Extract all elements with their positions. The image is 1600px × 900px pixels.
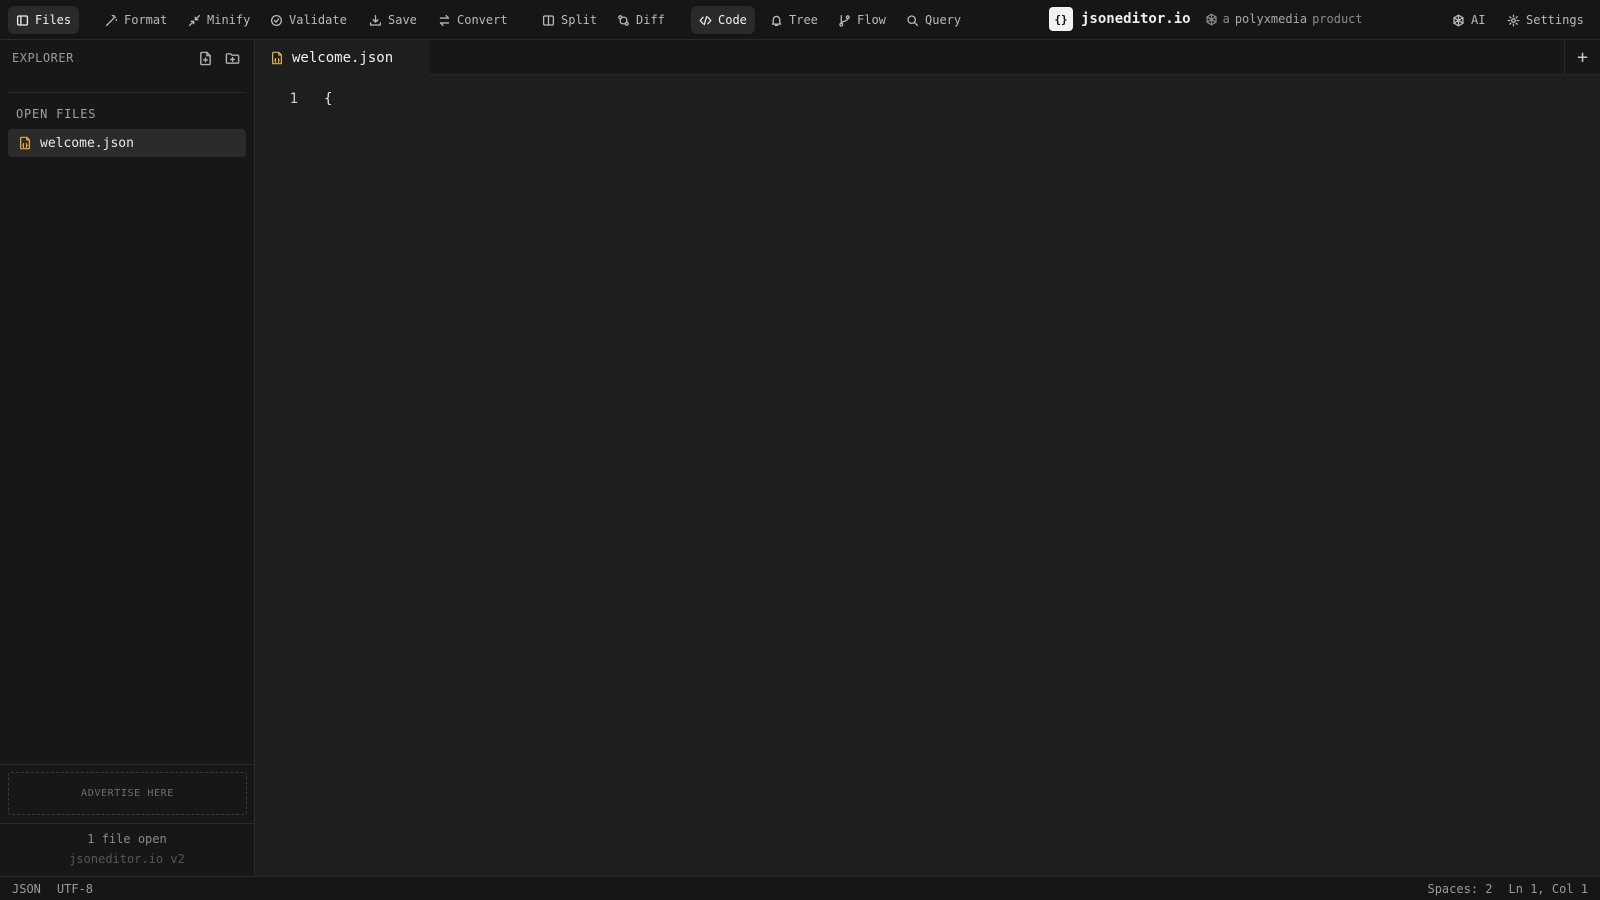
polyxmedia-logo-icon xyxy=(1206,13,1217,25)
flow-view-button[interactable]: Flow xyxy=(830,6,894,34)
convert-button[interactable]: Convert xyxy=(430,6,516,34)
status-language[interactable]: JSON xyxy=(12,882,41,896)
minify-button-label: Minify xyxy=(207,13,251,27)
app-version: jsoneditor.io v2 xyxy=(69,852,185,866)
sidebar-footer-divider xyxy=(0,764,254,765)
status-cursor-position[interactable]: Ln 1, Col 1 xyxy=(1509,882,1588,896)
files-button-label: Files xyxy=(35,13,72,27)
validate-button[interactable]: Validate xyxy=(262,6,355,34)
sidebar-footer: 1 file open jsoneditor.io v2 xyxy=(0,832,254,866)
minify-button[interactable]: Minify xyxy=(180,6,258,34)
editor-tab[interactable]: welcome.json xyxy=(256,40,430,75)
advertise-text: ADVERTISE HERE xyxy=(81,788,174,799)
explorer-sidebar: EXPLORER OPEN FILES welcome.json ADVERTI… xyxy=(0,40,255,876)
ai-button-label: AI xyxy=(1471,13,1486,27)
line-content: { xyxy=(324,91,333,107)
sidebar-panel-icon xyxy=(16,14,29,26)
split-button-label: Split xyxy=(561,13,598,27)
code-line: 1 { xyxy=(256,91,333,107)
format-button[interactable]: Format xyxy=(97,6,175,34)
save-button-label: Save xyxy=(388,13,417,27)
tree-view-button[interactable]: Tree xyxy=(762,6,826,34)
json-file-icon xyxy=(270,51,284,65)
split-view-icon xyxy=(542,14,555,26)
settings-button-label: Settings xyxy=(1526,13,1584,27)
explorer-header: EXPLORER xyxy=(0,40,254,76)
file-count: 1 file open xyxy=(87,832,167,846)
brand-subtitle: a polyxmedia product xyxy=(1205,12,1363,26)
advertise-box[interactable]: ADVERTISE HERE xyxy=(8,772,247,815)
files-button[interactable]: Files xyxy=(8,6,80,34)
format-button-label: Format xyxy=(124,13,168,27)
status-bar: JSON UTF-8 Spaces: 2 Ln 1, Col 1 xyxy=(0,876,1600,900)
bell-icon xyxy=(771,15,782,26)
magic-wand-icon xyxy=(105,14,118,26)
diff-button-label: Diff xyxy=(636,13,665,27)
diff-button[interactable]: Diff xyxy=(609,6,673,34)
query-button[interactable]: Query xyxy=(898,6,969,34)
brand-sub-company: polyxmedia xyxy=(1234,12,1308,26)
check-circle-icon xyxy=(270,14,283,26)
brand[interactable]: {} jsoneditor.io a polyxmedia product xyxy=(1049,7,1363,31)
query-button-label: Query xyxy=(925,13,962,27)
ai-hexagon-icon xyxy=(1453,14,1464,26)
swap-arrows-icon xyxy=(439,14,450,26)
code-icon xyxy=(699,15,712,25)
gear-icon xyxy=(1507,14,1520,26)
new-tab-button[interactable]: + xyxy=(1564,40,1600,75)
editor-tab-bar: welcome.json + xyxy=(256,40,1600,75)
download-icon xyxy=(369,14,382,26)
editor-tab-label: welcome.json xyxy=(292,49,394,66)
code-view-button[interactable]: Code xyxy=(691,6,755,34)
top-toolbar: Files Format Minify Validate Save Conver… xyxy=(0,0,1600,40)
brand-sub-prefix: a xyxy=(1222,12,1230,26)
code-editor[interactable]: 1 { xyxy=(256,76,1600,876)
status-indentation[interactable]: Spaces: 2 xyxy=(1427,882,1492,896)
brand-sub-suffix: product xyxy=(1312,12,1363,26)
search-icon xyxy=(907,14,919,26)
json-file-icon xyxy=(18,136,32,150)
brand-logo: {} xyxy=(1049,7,1073,31)
save-button[interactable]: Save xyxy=(361,6,425,34)
minimize-arrows-icon xyxy=(188,14,201,26)
tree-view-button-label: Tree xyxy=(789,13,818,27)
new-file-icon[interactable] xyxy=(198,51,213,66)
status-encoding[interactable]: UTF-8 xyxy=(57,882,93,896)
new-folder-icon[interactable] xyxy=(225,51,240,66)
explorer-title: EXPLORER xyxy=(12,51,74,65)
sidebar-footer-divider-2 xyxy=(0,823,254,824)
open-file-item[interactable]: welcome.json xyxy=(8,129,246,157)
validate-button-label: Validate xyxy=(289,13,347,27)
split-button[interactable]: Split xyxy=(534,6,605,34)
open-files-label: OPEN FILES xyxy=(16,107,97,121)
code-view-button-label: Code xyxy=(718,13,747,27)
line-number: 1 xyxy=(289,91,298,107)
open-file-name: welcome.json xyxy=(40,135,134,151)
flow-view-button-label: Flow xyxy=(857,13,886,27)
ai-button[interactable]: AI xyxy=(1444,6,1493,34)
convert-button-label: Convert xyxy=(457,13,508,27)
settings-button[interactable]: Settings xyxy=(1499,6,1592,34)
git-compare-icon xyxy=(618,14,629,26)
brand-name: jsoneditor.io xyxy=(1081,11,1191,27)
git-branch-icon xyxy=(839,14,850,27)
